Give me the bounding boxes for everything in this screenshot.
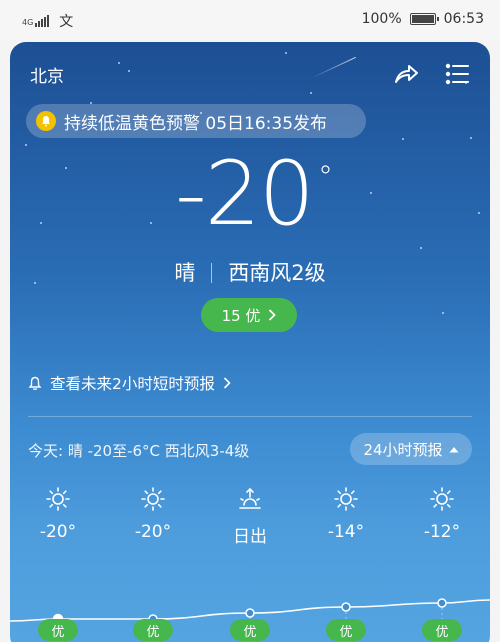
star-decoration xyxy=(150,222,152,224)
hourly-aqi-badge: 优 xyxy=(230,619,270,641)
network-type: 4G xyxy=(22,18,34,27)
current-temperature: -20 xyxy=(175,142,315,245)
hourly-label: -20° xyxy=(39,522,77,542)
section-divider xyxy=(28,416,472,417)
hourly-label: -12° xyxy=(423,522,461,542)
bell-outline-icon xyxy=(28,376,42,390)
star-decoration xyxy=(128,70,130,72)
24h-forecast-label: 24小时预报 xyxy=(363,440,443,459)
hourly-item: -14° xyxy=(306,486,386,542)
hourly-aqi-badge: 优 xyxy=(133,619,173,641)
today-summary: 今天: 晴 -20至-6°C 西北风3-4级 xyxy=(28,442,250,460)
star-decoration xyxy=(402,138,404,140)
star-decoration xyxy=(285,52,287,54)
menu-list-icon[interactable] xyxy=(443,60,471,88)
short-forecast-link[interactable]: 查看未来2小时短时预报 xyxy=(28,372,231,394)
star-decoration xyxy=(442,312,444,314)
city-name[interactable]: 北京 xyxy=(30,62,64,87)
sun-icon xyxy=(306,486,386,512)
clock: 06:53 xyxy=(443,11,484,27)
star-decoration xyxy=(370,192,372,194)
signal-indicator: 4G xyxy=(22,15,50,27)
temperature-point xyxy=(341,602,351,612)
condition-divider xyxy=(211,263,213,283)
warning-banner[interactable]: 持续低温黄色预警 05日16:35发布 xyxy=(26,104,366,138)
star-decoration xyxy=(478,212,480,214)
hourly-item: -20° xyxy=(113,486,193,542)
battery-icon xyxy=(409,13,439,25)
sun-icon xyxy=(113,486,193,512)
carrier-glyph: 文 xyxy=(59,14,74,30)
temperature-point xyxy=(437,598,447,608)
hourly-label: -20° xyxy=(134,522,172,542)
24h-forecast-button[interactable]: 24小时预报 xyxy=(350,433,472,465)
current-condition-row: 晴 西南风2级 xyxy=(10,257,490,287)
star-decoration xyxy=(40,222,42,224)
weather-condition: 晴 xyxy=(174,261,196,285)
hourly-label: -14° xyxy=(327,522,365,542)
hourly-item: 日出 xyxy=(210,486,290,547)
chevron-right-icon xyxy=(223,377,231,389)
star-decoration xyxy=(25,144,27,146)
caret-up-icon xyxy=(449,446,459,452)
battery-percent: 100% xyxy=(361,11,402,27)
chevron-right-icon xyxy=(269,309,277,321)
signal-icon xyxy=(35,15,50,27)
star-decoration xyxy=(118,62,120,64)
meteor-decoration xyxy=(312,56,356,79)
short-forecast-text: 查看未来2小时短时预报 xyxy=(50,375,215,393)
hourly-item: -12° xyxy=(402,486,482,542)
hourly-label: 日出 xyxy=(233,527,267,547)
aqi-button[interactable]: 15 优 xyxy=(201,298,297,332)
share-arrow-icon[interactable] xyxy=(392,60,420,88)
star-decoration xyxy=(470,137,472,139)
aqi-label: 15 优 xyxy=(221,306,261,325)
status-right: 100% 06:53 xyxy=(362,11,484,27)
sunrise-icon xyxy=(210,486,290,512)
status-left: 4G 文 xyxy=(22,11,73,31)
hourly-item: -20° xyxy=(18,486,98,542)
star-decoration xyxy=(310,92,312,94)
star-decoration xyxy=(420,247,422,249)
warning-text: 持续低温黄色预警 05日16:35发布 xyxy=(64,113,328,134)
bell-icon xyxy=(36,111,56,131)
star-decoration xyxy=(65,167,67,169)
wind-info: 西南风2级 xyxy=(228,261,326,285)
weather-card: 北京 持续低温黄色预警 05日16:35发布 -20 ° 晴 西南风2级 15 优… xyxy=(10,42,490,642)
degree-symbol: ° xyxy=(318,160,333,195)
hourly-aqi-badge: 优 xyxy=(422,619,462,641)
status-bar: 4G 文 100% 06:53 xyxy=(0,0,500,40)
sun-icon xyxy=(402,486,482,512)
sun-icon xyxy=(18,486,98,512)
temperature-point xyxy=(245,608,255,618)
hourly-aqi-badge: 优 xyxy=(38,619,78,641)
hourly-aqi-badge: 优 xyxy=(326,619,366,641)
